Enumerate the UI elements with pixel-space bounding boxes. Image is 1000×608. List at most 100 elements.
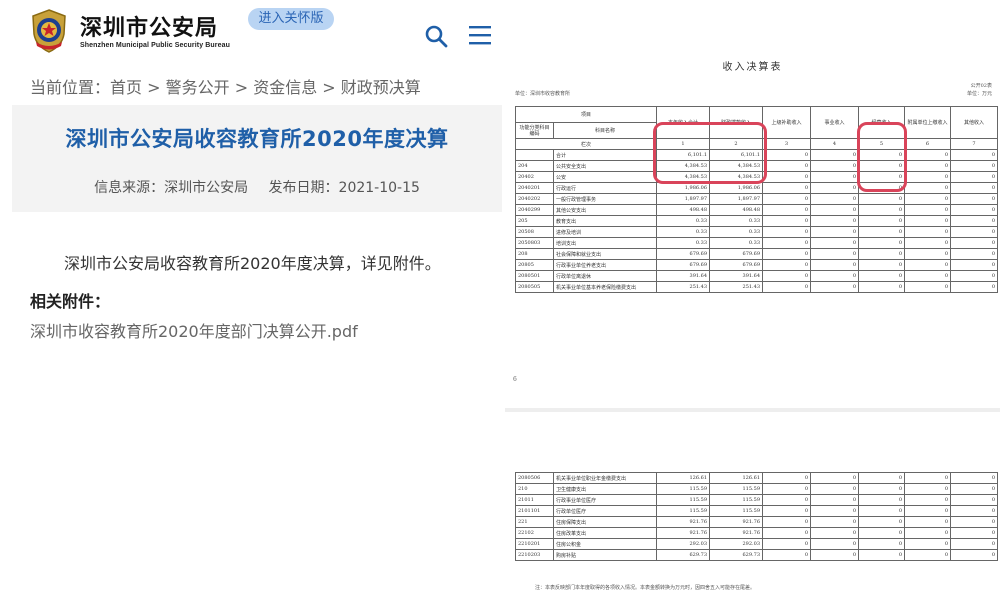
table-cell: 679.69 <box>709 259 764 271</box>
table-cell: 0 <box>950 193 999 205</box>
table-cell: 0 <box>762 270 812 282</box>
table-cell: 0 <box>950 248 999 260</box>
table-cell: 0 <box>904 538 951 550</box>
table-row: 2040299 其他公安支出 498.48 498.48 0 0 0 0 0 <box>515 204 999 216</box>
table-cell: 0 <box>950 171 999 183</box>
table-cell: 机关事业单位职业年金缴费支出 <box>553 472 657 484</box>
table-cell: 0 <box>762 538 811 550</box>
table-cell: 0 <box>858 472 905 484</box>
table-cell: 0 <box>904 549 951 561</box>
table-cell: 0 <box>810 483 859 495</box>
table-cell: 251.43 <box>656 281 711 293</box>
table-cell: 0 <box>950 226 999 238</box>
highlight-box-business-income <box>857 122 907 192</box>
table-cell: 6 <box>904 138 952 150</box>
table-cell: 1,986.06 <box>656 182 711 194</box>
table-cell: 115.59 <box>709 505 763 517</box>
table-cell: 0 <box>810 505 859 517</box>
table-cell: 0 <box>810 215 860 227</box>
table-cell: 0 <box>810 494 859 506</box>
table-cell: 2040202 <box>515 193 554 205</box>
attachment-link[interactable]: 深圳市收容教育所2020年度部门决算公开.pdf <box>30 318 358 342</box>
table-row: 2210203 购房补贴 629.73 629.73 0 0 0 0 0 <box>515 549 998 561</box>
table-cell: 0 <box>858 549 905 561</box>
table-header-row: 项目 本年收入合计 财政拨款收入 上级补助收入 事业收入 经营收入 附属单位上缴收入 其他收入 <box>514 106 999 139</box>
table-cell: 0 <box>904 204 952 216</box>
table-row: 2080505 机关事业单位基本养老保险缴费支出 251.43 251.43 0 0 0 0 0 <box>515 281 999 293</box>
table-cell: 0 <box>810 516 859 528</box>
table-cell: 921.76 <box>709 516 763 528</box>
table-cell: 251.43 <box>709 281 764 293</box>
menu-icon[interactable] <box>468 24 492 46</box>
table-cell: 126.61 <box>656 472 710 484</box>
table-cell: 20805 <box>515 259 554 271</box>
table-cell: 0 <box>810 193 860 205</box>
table-cell: 0 <box>950 516 998 528</box>
table-row: 2050803 培训支出 0.33 0.33 0 0 0 0 0 <box>515 237 999 249</box>
table-cell: 115.59 <box>709 483 763 495</box>
table-cell: 0 <box>810 160 860 172</box>
table-cell: 0 <box>858 538 905 550</box>
table-cell: 0 <box>762 226 812 238</box>
table-cell: 0 <box>810 259 860 271</box>
document-unit: 单位：深圳市收容教育所 <box>515 91 571 97</box>
breadcrumb-item-budget[interactable]: 财政预决算 <box>341 78 421 97</box>
table-cell: 0 <box>810 204 860 216</box>
page-number: 6 <box>513 376 517 383</box>
table-cell: 0 <box>858 248 906 260</box>
table-cell: 合计 <box>552 149 658 161</box>
site-header: 深圳市公安局 Shenzhen Municipal Public Securit… <box>0 0 505 62</box>
site-name[interactable]: 深圳市公安局 <box>80 10 218 42</box>
breadcrumb-item-home[interactable]: 首页 <box>110 78 142 97</box>
table-row: 2040201 行政运行 1,986.06 1,986.06 0 0 0 0 0 <box>515 182 999 194</box>
table-cell: 0 <box>950 549 998 561</box>
table-header-cell: 其他收入 <box>950 106 999 139</box>
table-cell: 7 <box>950 138 999 150</box>
table-cell: 2080501 <box>515 270 554 282</box>
table-cell: 0 <box>762 237 812 249</box>
table-cell: 221 <box>515 516 554 528</box>
table-row: 2101101 行政单位医疗 115.59 115.59 0 0 0 0 0 <box>515 505 998 517</box>
table-cell: 栏次 <box>514 138 658 150</box>
table-cell: 0 <box>762 494 811 506</box>
table-cell: 921.76 <box>656 527 710 539</box>
table-cell: 20402 <box>515 171 554 183</box>
table-cell: 2101101 <box>515 505 554 517</box>
table-cell: 0 <box>810 538 859 550</box>
money-unit: 单位：万元 <box>966 91 992 97</box>
table-cell: 0 <box>810 237 860 249</box>
table-cell: 0 <box>762 259 812 271</box>
table-cell: 进修及培训 <box>552 226 658 238</box>
table-cell: 0 <box>762 505 811 517</box>
table-cell: 一般行政管理事务 <box>552 193 658 205</box>
table-cell: 卫生健康支出 <box>553 483 657 495</box>
breadcrumb-item-police-affairs[interactable]: 警务公开 <box>166 78 230 97</box>
table-cell: 0 <box>950 237 999 249</box>
breadcrumb-item-funding-info[interactable]: 资金信息 <box>253 78 317 97</box>
table-cell: 0 <box>762 204 812 216</box>
table-cell: 机关事业单位基本养老保险缴费支出 <box>552 281 658 293</box>
table-cell: 204 <box>515 160 554 172</box>
table-row: 21011 行政事业单位医疗 115.59 115.59 0 0 0 0 0 <box>515 494 998 506</box>
table-cell: 2210203 <box>515 549 554 561</box>
table-cell: 2080506 <box>515 472 554 484</box>
table-cell: 住房改革支出 <box>553 527 657 539</box>
table-cell: 679.69 <box>656 248 711 260</box>
document-form-code: 公开02表 单位：万元 <box>967 82 992 98</box>
table-row: 221 住房保障支出 921.76 921.76 0 0 0 0 0 <box>515 516 998 528</box>
table-cell: 126.61 <box>709 472 763 484</box>
table-cell: 0 <box>950 182 999 194</box>
table-cell: 0 <box>904 226 952 238</box>
search-icon[interactable] <box>424 24 448 48</box>
table-cell: 0 <box>858 204 906 216</box>
table-cell: 1,897.97 <box>656 193 711 205</box>
income-table-grid-continued: 2080506 机关事业单位职业年金缴费支出 126.61 126.61 0 0 0 0 0 21… <box>515 472 998 561</box>
table-cell: 0 <box>810 549 859 561</box>
table-row: 20805 行政事业单位养老支出 679.69 679.69 0 0 0 0 0 <box>515 259 999 271</box>
table-cell: 0 <box>858 215 906 227</box>
table-cell: 0 <box>762 281 812 293</box>
table-cell: 0 <box>858 527 905 539</box>
care-mode-button[interactable]: 进入关怀版 <box>248 8 334 30</box>
police-emblem-icon[interactable] <box>28 8 70 54</box>
table-cell: 2050803 <box>515 237 554 249</box>
